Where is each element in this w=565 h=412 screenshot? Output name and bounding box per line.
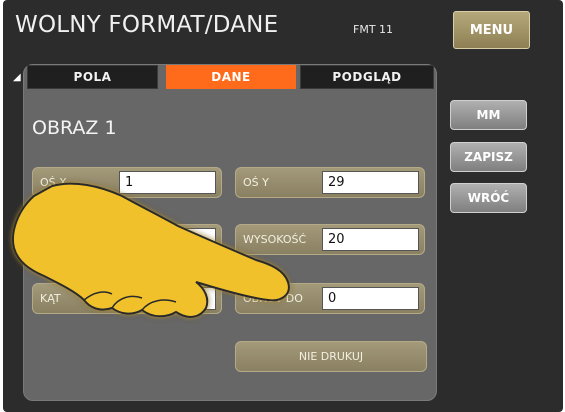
mm-button[interactable]: MM — [450, 100, 527, 130]
field-os-y: OŚ Y 29 — [235, 167, 425, 198]
wysokosc-input[interactable]: 20 — [322, 228, 419, 251]
field-szerokosc: SZEROKOŚĆ 40 — [32, 224, 222, 255]
szerokosc-input[interactable]: 40 — [119, 228, 216, 251]
field-kat-label: KĄT — [40, 292, 61, 305]
field-wysokosc: WYSOKOŚĆ 20 — [235, 224, 425, 255]
field-wysokosc-label: WYSOKOŚĆ — [243, 233, 307, 246]
field-os-y-label: OŚ Y — [243, 176, 269, 189]
format-code: FMT 11 — [353, 23, 394, 36]
field-obrot: OBRÓT DO 0 — [235, 283, 425, 314]
no-print-button[interactable]: NIE DRUKUJ — [235, 341, 427, 372]
field-obrot-label: OBRÓT DO — [243, 292, 303, 305]
menu-button[interactable]: MENU — [453, 11, 530, 49]
field-szerokosc-label: SZEROKOŚĆ — [40, 233, 108, 246]
obrot-input[interactable]: 0 — [322, 287, 419, 310]
pointer-cursor-icon: ◢ — [13, 72, 21, 83]
back-button[interactable]: WRÓĆ — [450, 183, 527, 213]
kat-input[interactable]: 0 — [119, 287, 216, 310]
tab-podglad[interactable]: PODGLĄD — [300, 65, 434, 89]
field-kat: KĄT 0 — [32, 283, 222, 314]
os-y-input[interactable]: 29 — [322, 171, 419, 194]
tab-dane[interactable]: DANE — [166, 65, 296, 89]
save-button[interactable]: ZAPISZ — [450, 142, 527, 172]
os-x-input[interactable]: 1 — [119, 171, 216, 194]
panel-title: OBRAZ 1 — [32, 117, 117, 139]
field-os-x-label: OŚ X — [40, 176, 67, 189]
page-title: WOLNY FORMAT/DANE — [15, 12, 279, 38]
field-os-x: OŚ X 1 — [32, 167, 222, 198]
tab-pola[interactable]: POLA — [27, 65, 158, 89]
